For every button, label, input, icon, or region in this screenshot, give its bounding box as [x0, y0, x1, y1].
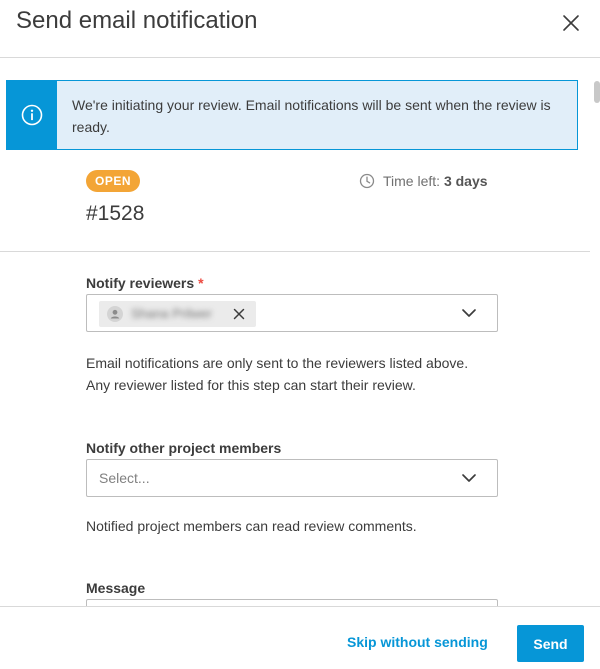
reviewer-name: Shana Prilwer — [131, 306, 212, 321]
reviewer-chip: Shana Prilwer — [99, 301, 256, 327]
scrollbar-thumb[interactable] — [594, 81, 600, 103]
time-left: Time left: 3 days — [359, 173, 488, 189]
info-icon — [21, 104, 43, 126]
chevron-down-icon[interactable] — [461, 472, 477, 484]
notify-reviewers-label: Notify reviewers * — [86, 275, 204, 291]
status-badge: OPEN — [86, 170, 141, 192]
message-label: Message — [86, 580, 146, 596]
skip-without-sending-link[interactable]: Skip without sending — [347, 634, 488, 650]
dialog-header: Send email notification — [0, 0, 600, 58]
banner-icon-box — [7, 81, 57, 149]
time-left-value: 3 days — [443, 173, 488, 189]
notify-members-select[interactable]: Select... — [86, 459, 498, 497]
clock-icon — [359, 173, 375, 189]
dialog-footer: Skip without sending Send — [0, 606, 600, 669]
members-placeholder: Select... — [99, 470, 150, 486]
info-banner: We're initiating your review. Email noti… — [6, 80, 578, 150]
remove-reviewer-icon[interactable] — [232, 307, 246, 321]
close-icon[interactable] — [558, 10, 584, 36]
notify-reviewers-select[interactable]: Shana Prilwer — [86, 294, 498, 332]
send-button[interactable]: Send — [517, 625, 584, 662]
reviewers-help-text: Email notifications are only sent to the… — [86, 355, 469, 393]
dialog-body[interactable]: We're initiating your review. Email noti… — [0, 59, 600, 606]
notify-members-label: Notify other project members — [86, 440, 282, 456]
dialog-title: Send email notification — [16, 7, 258, 34]
notify-reviewers-label-text: Notify reviewers — [86, 275, 195, 291]
members-help-text: Notified project members can read review… — [86, 518, 417, 534]
send-email-dialog: Send email notification We're initiating… — [0, 0, 600, 669]
banner-message: We're initiating your review. Email noti… — [72, 97, 551, 135]
message-textarea[interactable] — [86, 599, 498, 606]
time-left-label: Time left: — [383, 173, 441, 189]
section-divider — [0, 251, 590, 252]
review-id: #1528 — [86, 202, 145, 225]
required-marker: * — [198, 275, 204, 291]
chevron-down-icon[interactable] — [461, 307, 477, 319]
user-icon — [107, 306, 123, 322]
